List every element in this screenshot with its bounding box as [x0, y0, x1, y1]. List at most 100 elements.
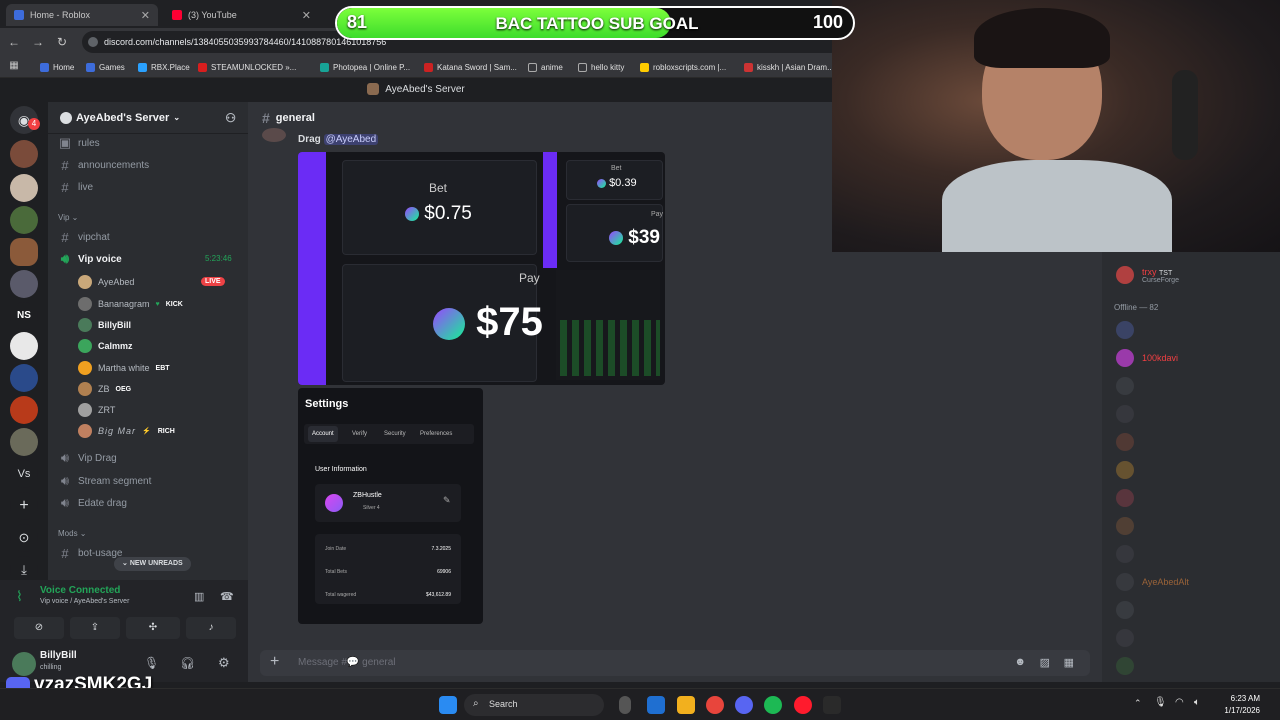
category-mods[interactable]: Mods ⌄	[58, 529, 87, 538]
file-explorer-icon[interactable]	[677, 696, 695, 714]
clock-date[interactable]: 1/17/2026	[1200, 706, 1260, 715]
tab-youtube[interactable]: (3) YouTube ✕	[164, 4, 319, 26]
app-icon[interactable]	[823, 696, 841, 714]
attachment-bet-screenshot[interactable]: Bet $0.75 Pay $75 Bet $0.39 Pay $39	[298, 152, 665, 385]
close-tab-icon[interactable]: ✕	[302, 9, 311, 22]
add-server-icon[interactable]: +	[10, 492, 38, 520]
channel-vipchat[interactable]: # vipchat	[58, 228, 109, 246]
headphones-icon[interactable]: 🎧︎	[180, 656, 195, 670]
bookmark-steamunlocked[interactable]: STEAMUNLOCKED »...	[198, 60, 296, 74]
voice-user[interactable]: Bananagram ♥ KICK	[78, 295, 183, 313]
voice-user[interactable]: ZRT	[78, 401, 115, 419]
store-icon[interactable]	[647, 696, 665, 714]
discord-taskbar-icon[interactable]	[735, 696, 753, 714]
bookmark-home[interactable]: Home	[40, 60, 74, 74]
voice-user[interactable]: BillyBill	[78, 316, 131, 334]
channel-bot-usage[interactable]: # bot-usage	[58, 544, 122, 562]
category-vip[interactable]: Vip ⌄	[58, 213, 78, 222]
voice-channel-stream-segment[interactable]: 🔊︎ Stream segment	[58, 472, 151, 490]
avatar[interactable]	[12, 652, 36, 676]
reload-icon[interactable]: ↻	[54, 34, 70, 50]
voice-user[interactable]: Martha white EBT	[78, 359, 170, 377]
discover-icon[interactable]: ⊙	[10, 524, 38, 552]
microphone-tray-icon[interactable]: 🎙︎	[1154, 697, 1167, 708]
bookmark-robloxscripts[interactable]: robloxscripts.com |...	[640, 60, 726, 74]
member-item[interactable]	[1116, 516, 1134, 536]
member-item[interactable]	[1116, 404, 1134, 424]
windows-start-icon[interactable]	[439, 696, 457, 714]
member-item[interactable]	[1116, 600, 1134, 620]
screen-share-button[interactable]: ⇪	[70, 617, 120, 639]
signal-icon[interactable]: ⌇	[16, 588, 23, 605]
server-avatar[interactable]	[10, 206, 38, 234]
channel-announcements[interactable]: # announcements	[58, 156, 149, 174]
back-icon[interactable]: ←	[6, 34, 22, 50]
message-author[interactable]: Drag	[298, 134, 321, 145]
sticker-icon[interactable]: ☻	[1014, 656, 1026, 668]
voice-status[interactable]: Voice Connected	[40, 585, 120, 596]
member-item[interactable]: 100kdavi	[1116, 348, 1178, 368]
bookmark-folder-hello-kitty[interactable]: hello kitty	[578, 60, 624, 74]
opera-icon[interactable]	[794, 696, 812, 714]
widgets-icon[interactable]	[619, 696, 631, 714]
bookmark-kisskh[interactable]: kisskh | Asian Dram...	[744, 60, 834, 74]
new-unreads-pill[interactable]: ⌄ NEW UNREADS	[114, 557, 191, 571]
disconnect-icon[interactable]: ☎	[220, 590, 234, 603]
server-avatar[interactable]	[10, 332, 38, 360]
channel-live[interactable]: # live	[58, 178, 93, 196]
apps-icon[interactable]: ▦	[1064, 656, 1074, 669]
gear-icon[interactable]: ⚙	[218, 655, 230, 671]
activities-button[interactable]: ✣	[126, 617, 180, 639]
noise-suppression-icon[interactable]: ▥	[194, 590, 204, 603]
member-item[interactable]: AyeAbedAlt	[1116, 572, 1189, 592]
message-input[interactable]: + Message #💬 general ☻ ▨ ▦	[260, 650, 1090, 676]
voice-user[interactable]: Calmmz	[78, 337, 133, 355]
close-tab-icon[interactable]: ✕	[141, 9, 150, 22]
invite-people-icon[interactable]: ⚇	[225, 111, 236, 125]
voice-user[interactable]: AyeAbed	[78, 273, 134, 291]
server-header[interactable]: AyeAbed's Server ⌄ ⚇	[48, 102, 248, 134]
member-item[interactable]: trxy TST CurseForge	[1116, 264, 1179, 286]
server-avatar[interactable]	[10, 174, 38, 202]
gif-icon[interactable]: ▨	[1040, 656, 1050, 669]
mention[interactable]: @AyeAbed	[323, 134, 379, 145]
member-item[interactable]	[1116, 460, 1134, 480]
avatar[interactable]	[262, 128, 286, 142]
server-vs[interactable]: Vs	[10, 460, 38, 488]
site-info-icon[interactable]	[88, 37, 98, 47]
server-avatar-active[interactable]	[10, 238, 38, 266]
server-avatar[interactable]	[10, 428, 38, 456]
apps-grid-icon[interactable]: ▦	[6, 58, 22, 74]
bookmark-games[interactable]: Games	[86, 60, 125, 74]
member-item[interactable]	[1116, 628, 1134, 648]
tab-roblox[interactable]: Home - Roblox ✕	[6, 4, 158, 26]
voice-user[interactable]: ZB OEG	[78, 380, 131, 398]
bookmark-katana[interactable]: Katana Sword | Sam...	[424, 60, 517, 74]
add-attachment-icon[interactable]: +	[270, 653, 279, 671]
taskbar-search[interactable]: ⌕ Search	[464, 694, 604, 716]
tray-chevron-icon[interactable]: ⌃	[1134, 698, 1142, 709]
voice-user[interactable]: Big Mar ⚡ RICH	[78, 422, 175, 440]
server-avatar[interactable]	[10, 396, 38, 424]
forward-icon[interactable]: →	[30, 34, 46, 50]
member-item[interactable]	[1116, 320, 1134, 340]
server-ns[interactable]: NS	[10, 302, 38, 330]
camera-button[interactable]: ⊘	[14, 617, 64, 639]
member-item[interactable]	[1116, 488, 1134, 508]
bookmark-photopea[interactable]: Photopea | Online P...	[320, 60, 410, 74]
spotify-icon[interactable]	[764, 696, 782, 714]
server-avatar[interactable]	[10, 270, 38, 298]
server-avatar[interactable]	[10, 364, 38, 392]
user-name[interactable]: BillyBill	[40, 650, 77, 661]
server-avatar[interactable]	[10, 140, 38, 168]
member-item[interactable]	[1116, 656, 1134, 676]
member-item[interactable]	[1116, 544, 1134, 564]
member-item[interactable]	[1116, 432, 1134, 452]
voice-channel-edate-drag[interactable]: 🔊︎ Edate drag	[58, 494, 127, 512]
clock-time[interactable]: 6:23 AM	[1210, 694, 1260, 703]
member-item[interactable]	[1116, 376, 1134, 396]
chrome-icon[interactable]	[706, 696, 724, 714]
microphone-icon[interactable]: 🎙︎	[144, 656, 159, 670]
voice-location[interactable]: Vip voice / AyeAbed's Server	[40, 598, 129, 605]
soundboard-button[interactable]: ♪	[186, 617, 236, 639]
